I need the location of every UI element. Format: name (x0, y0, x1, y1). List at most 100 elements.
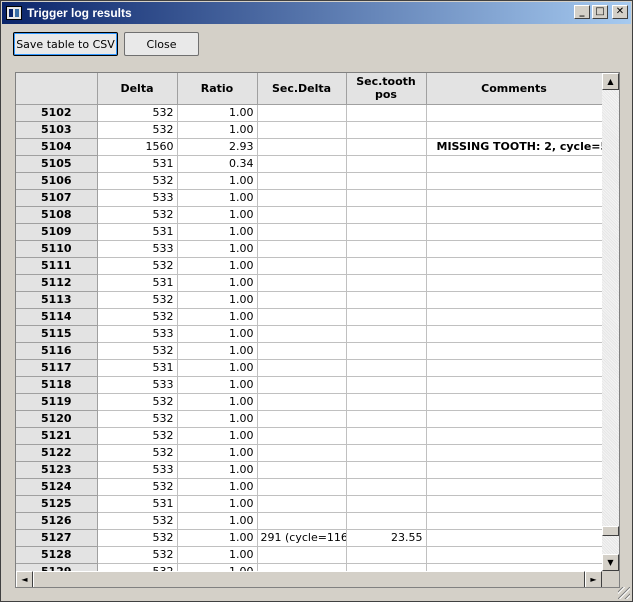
cell-delta[interactable]: 532 (97, 563, 178, 571)
row-header[interactable]: 5103 (16, 121, 98, 139)
row-header[interactable]: 5127 (16, 529, 98, 547)
cell-sec-delta[interactable] (257, 461, 347, 479)
cell-ratio[interactable]: 1.00 (177, 104, 258, 122)
cell-ratio[interactable]: 1.00 (177, 342, 258, 360)
cell-sec-tooth-pos[interactable] (346, 444, 427, 462)
cell-delta[interactable]: 532 (97, 121, 178, 139)
cell-sec-delta[interactable] (257, 359, 347, 377)
row-header[interactable]: 5110 (16, 240, 98, 258)
cell-sec-tooth-pos[interactable] (346, 478, 427, 496)
cell-ratio[interactable]: 1.00 (177, 495, 258, 513)
row-header[interactable]: 5119 (16, 393, 98, 411)
cell-sec-delta[interactable] (257, 376, 347, 394)
cell-ratio[interactable]: 1.00 (177, 359, 258, 377)
cell-delta[interactable]: 531 (97, 223, 178, 241)
cell-comments[interactable] (426, 308, 602, 326)
cell-sec-delta[interactable] (257, 121, 347, 139)
row-header[interactable]: 5104 (16, 138, 98, 156)
cell-ratio[interactable]: 1.00 (177, 223, 258, 241)
cell-comments[interactable] (426, 376, 602, 394)
cell-sec-tooth-pos[interactable] (346, 189, 427, 207)
cell-sec-tooth-pos[interactable] (346, 155, 427, 173)
cell-comments[interactable] (426, 189, 602, 207)
cell-sec-delta[interactable] (257, 427, 347, 445)
cell-comments[interactable] (426, 444, 602, 462)
table-row[interactable]: 5115 533 1.00 (16, 325, 602, 343)
cell-sec-tooth-pos[interactable] (346, 121, 427, 139)
cell-sec-delta[interactable] (257, 223, 347, 241)
cell-delta[interactable]: 532 (97, 478, 178, 496)
close-button[interactable]: Close (124, 32, 199, 56)
row-header[interactable]: 5107 (16, 189, 98, 207)
cell-ratio[interactable]: 1.00 (177, 121, 258, 139)
scroll-up-icon[interactable]: ▲ (602, 73, 619, 90)
vertical-scroll-track[interactable] (602, 90, 619, 554)
cell-sec-tooth-pos[interactable] (346, 274, 427, 292)
cell-comments[interactable] (426, 427, 602, 445)
table-row[interactable]: 5118 533 1.00 (16, 376, 602, 394)
cell-sec-delta[interactable] (257, 308, 347, 326)
cell-sec-delta[interactable] (257, 342, 347, 360)
cell-sec-tooth-pos[interactable] (346, 342, 427, 360)
table-row[interactable]: 5102 532 1.00 (16, 104, 602, 122)
cell-sec-tooth-pos[interactable] (346, 410, 427, 428)
row-header[interactable]: 5105 (16, 155, 98, 173)
table-row[interactable]: 51295321.00 (16, 563, 602, 571)
table-row[interactable]: 5108 532 1.00 (16, 206, 602, 224)
cell-ratio[interactable]: 0.34 (177, 155, 258, 173)
cell-comments[interactable] (426, 257, 602, 275)
cell-ratio[interactable]: 1.00 (177, 478, 258, 496)
row-header[interactable]: 5111 (16, 257, 98, 275)
cell-delta[interactable]: 532 (97, 308, 178, 326)
table-row[interactable]: 5107 533 1.00 (16, 189, 602, 207)
cell-comments[interactable] (426, 393, 602, 411)
row-header[interactable]: 5102 (16, 104, 98, 122)
cell-delta[interactable]: 533 (97, 240, 178, 258)
cell-sec-tooth-pos[interactable]: 23.55 (346, 529, 427, 547)
cell-delta[interactable]: 532 (97, 393, 178, 411)
cell-comments[interactable] (426, 478, 602, 496)
cell-ratio[interactable]: 1.00 (177, 512, 258, 530)
cell-sec-tooth-pos[interactable] (346, 138, 427, 156)
cell-comments[interactable] (426, 563, 602, 571)
table-row[interactable]: 5124 532 1.00 (16, 478, 602, 496)
cell-delta[interactable]: 532 (97, 104, 178, 122)
cell-sec-tooth-pos[interactable] (346, 172, 427, 190)
table-row[interactable]: 5127 532 1.00 291 (cycle=116) 23.55 (16, 529, 602, 547)
cell-comments[interactable] (426, 240, 602, 258)
cell-sec-delta[interactable] (257, 172, 347, 190)
cell-sec-tooth-pos[interactable] (346, 206, 427, 224)
table-row[interactable]: 5120 532 1.00 (16, 410, 602, 428)
column-header-sec-tooth-pos[interactable]: Sec.tooth pos (346, 73, 427, 105)
column-header-delta[interactable]: Delta (97, 73, 178, 105)
cell-delta[interactable]: 532 (97, 342, 178, 360)
table-row[interactable]: 5117 531 1.00 (16, 359, 602, 377)
cell-sec-tooth-pos[interactable] (346, 461, 427, 479)
cell-comments[interactable] (426, 529, 602, 547)
row-header[interactable]: 5109 (16, 223, 98, 241)
cell-sec-tooth-pos[interactable] (346, 512, 427, 530)
cell-sec-tooth-pos[interactable] (346, 427, 427, 445)
cell-ratio[interactable]: 1.00 (177, 206, 258, 224)
cell-sec-delta[interactable] (257, 206, 347, 224)
row-header[interactable]: 5124 (16, 478, 98, 496)
row-header[interactable]: 5120 (16, 410, 98, 428)
cell-sec-tooth-pos[interactable] (346, 308, 427, 326)
row-header[interactable]: 5116 (16, 342, 98, 360)
row-header[interactable]: 5123 (16, 461, 98, 479)
cell-delta[interactable]: 532 (97, 291, 178, 309)
cell-comments[interactable] (426, 546, 602, 564)
cell-comments[interactable] (426, 274, 602, 292)
cell-delta[interactable]: 533 (97, 189, 178, 207)
cell-delta[interactable]: 532 (97, 512, 178, 530)
cell-ratio[interactable]: 1.00 (177, 240, 258, 258)
cell-delta[interactable]: 532 (97, 206, 178, 224)
cell-sec-delta[interactable] (257, 257, 347, 275)
cell-delta[interactable]: 1560 (97, 138, 178, 156)
row-header[interactable]: 5121 (16, 427, 98, 445)
cell-comments[interactable] (426, 461, 602, 479)
cell-sec-delta[interactable] (257, 512, 347, 530)
row-header[interactable]: 5122 (16, 444, 98, 462)
cell-sec-delta[interactable] (257, 495, 347, 513)
table-row[interactable]: 5106 532 1.00 (16, 172, 602, 190)
